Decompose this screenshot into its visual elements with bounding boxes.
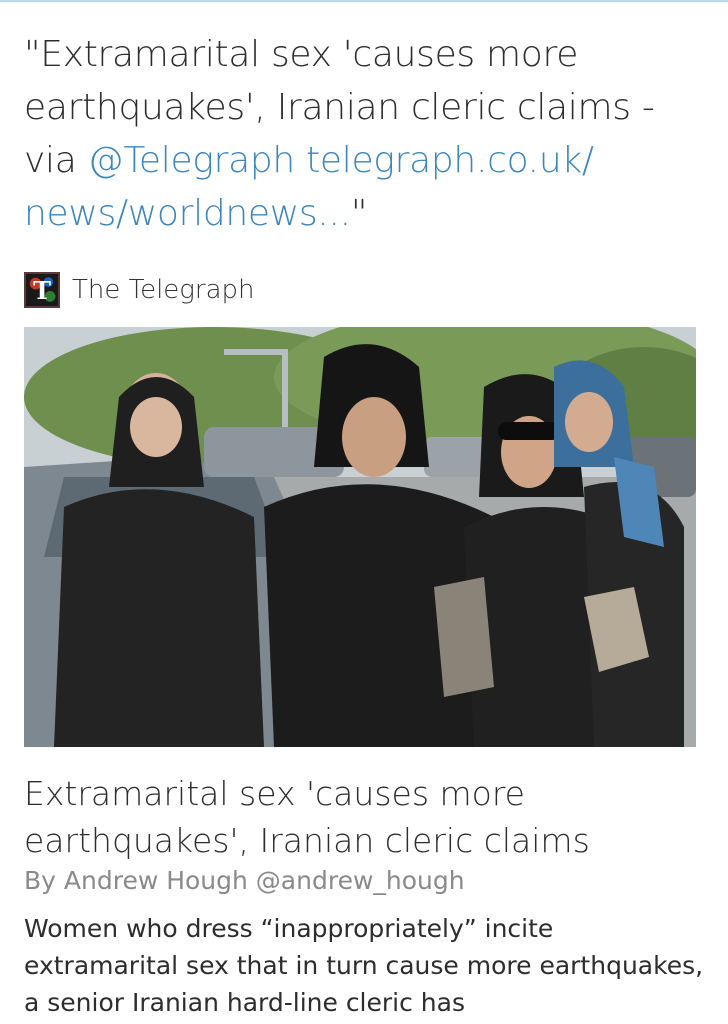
news-photo-illustration (24, 327, 696, 747)
top-divider (0, 0, 728, 2)
tweet-text: "Extramarital sex 'causes more earthquak… (24, 28, 704, 240)
card-summary: Women who dress “inappropriately” incite… (24, 914, 704, 1017)
tweet-text-space (295, 140, 306, 181)
telegraph-logo-icon: T (24, 272, 60, 308)
logo-letter: T (33, 275, 51, 305)
card-source[interactable]: T The Telegraph (24, 272, 255, 308)
tweet-text-end: " (350, 193, 368, 234)
card-headline[interactable]: Extramarital sex 'causes more earthquake… (24, 770, 704, 864)
card-byline[interactable]: By Andrew Hough @andrew_hough (24, 866, 465, 895)
mention-link[interactable]: @Telegraph (88, 140, 296, 181)
source-name: The Telegraph (72, 275, 255, 305)
news-photo[interactable] (24, 327, 696, 747)
